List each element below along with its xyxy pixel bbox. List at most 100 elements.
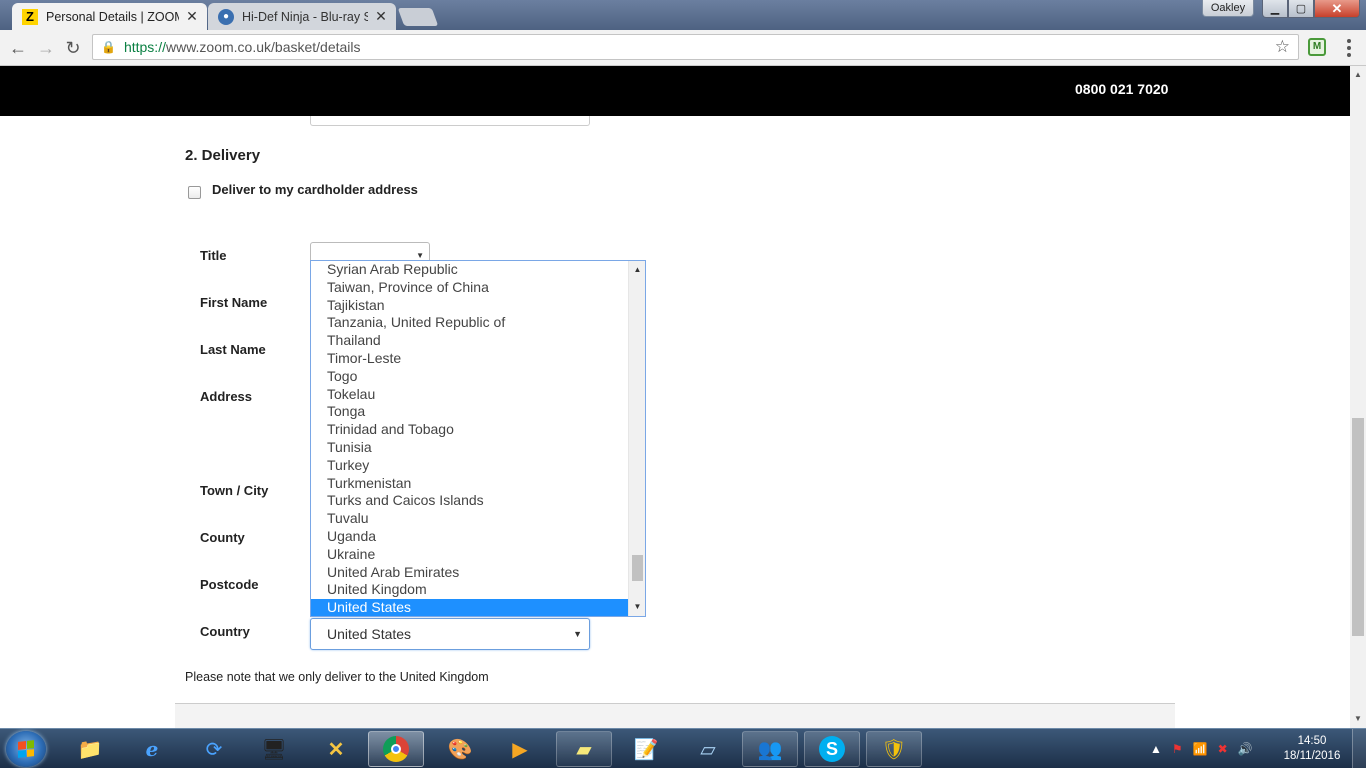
county-label: County [200,530,245,545]
country-option[interactable]: Turks and Caicos Islands [311,492,629,510]
country-option[interactable]: Thailand [311,332,629,350]
scrollbar-thumb[interactable] [632,555,643,581]
extension-icon[interactable]: M [1308,38,1326,56]
country-option[interactable]: Trinidad and Tobago [311,421,629,439]
country-select[interactable]: United States ▼ [310,618,590,650]
paint-icon[interactable]: 🎨 [432,731,488,767]
scroll-up-icon[interactable]: ▲ [1350,68,1366,82]
postcode-label: Postcode [200,577,259,592]
url-path: www.zoom.co.uk/basket/details [165,39,361,55]
browser-toolbar: ← → ↻ 🔒 https://www.zoom.co.uk/basket/de… [0,30,1366,66]
ninja-favicon-icon: ● [218,8,234,25]
close-window-button[interactable]: ✕ [1314,0,1360,18]
cardholder-address-label[interactable]: Deliver to my cardholder address [212,182,418,197]
town-label: Town / City [200,483,269,498]
lock-icon: 🔒 [101,40,116,54]
country-option[interactable]: Turkmenistan [311,475,629,493]
country-option[interactable]: Tunisia [311,439,629,457]
ie-icon[interactable]: e [124,731,180,767]
network-icon[interactable]: 👥 [742,731,798,767]
bookmark-star-icon[interactable]: ☆ [1275,37,1290,57]
show-hidden-icons-icon[interactable]: ▲ [1150,742,1162,756]
country-option[interactable]: United States [311,599,629,616]
tab-personal-details[interactable]: Z Personal Details | ZOOM ✕ [12,3,207,30]
zoom-favicon-icon: Z [22,8,38,25]
first-name-label: First Name [200,295,268,310]
chrome-icon[interactable] [368,731,424,767]
country-option[interactable]: Tuvalu [311,510,629,528]
url-scheme: https:// [123,39,166,55]
chevron-down-icon: ▼ [416,251,424,260]
country-option[interactable]: Ukraine [311,546,629,564]
explorer-icon[interactable]: 📁 [62,731,118,767]
delivery-note: Please note that we only deliver to the … [185,670,489,684]
action-center-icon[interactable]: ⚑ [1172,742,1183,756]
minimize-button[interactable]: ▁ [1262,0,1288,18]
tab-title: Hi-Def Ninja - Blu-ray St [242,9,368,24]
system-tray: ▲ ⚑ 📶 ✖ 🔊 [1150,735,1253,763]
browser-tabstrip: Z Personal Details | ZOOM ✕ ● Hi-Def Nin… [0,0,1366,30]
flag-alert-icon[interactable]: ✖ [1218,742,1228,756]
chevron-down-icon: ▼ [573,629,582,639]
country-option[interactable]: United Kingdom [311,581,629,599]
country-option[interactable]: Tanzania, United Republic of [311,314,629,332]
sync-icon[interactable]: ⟳ [186,731,242,767]
scroll-up-icon[interactable]: ▲ [629,263,645,277]
skype-icon[interactable]: S [804,731,860,767]
security-shield-icon[interactable]: 🛡 [866,731,922,767]
forward-icon[interactable]: → [35,37,57,59]
last-name-label: Last Name [200,342,266,357]
scrollbar-thumb[interactable] [1352,418,1364,636]
sticky-notes-icon[interactable]: ▰ [556,731,612,767]
country-option[interactable]: Tokelau [311,386,629,404]
windows-logo-icon [18,740,34,758]
phone-number: 0800 021 7020 [1075,81,1169,97]
tab-title: Personal Details | ZOOM [46,9,179,24]
close-tab-icon[interactable]: ✕ [185,8,199,25]
back-icon[interactable]: ← [7,37,29,59]
show-desktop-button[interactable] [1352,729,1366,768]
previous-field-bottom [310,116,590,126]
country-select-value: United States [327,626,412,642]
country-option[interactable]: Tajikistan [311,297,629,315]
country-label: Country [200,624,250,639]
country-option[interactable]: Tonga [311,403,629,421]
new-tab-button[interactable] [397,8,439,26]
volume-icon[interactable]: 🔊 [1238,742,1253,756]
close-tab-icon[interactable]: ✕ [374,8,388,25]
control-panel-icon[interactable]: 🖥 [246,731,302,767]
reload-icon[interactable]: ↻ [62,37,84,59]
page-scrollbar[interactable]: ▲ ▼ [1350,66,1366,728]
media-player-icon[interactable]: ▶ [492,731,548,767]
title-label: Title [200,248,227,263]
scroll-down-icon[interactable]: ▼ [1350,712,1366,726]
country-option[interactable]: Syrian Arab Republic [311,261,629,279]
country-option[interactable]: Uganda [311,528,629,546]
page-content: 0800 021 7020 2. Delivery Deliver to my … [0,66,1350,728]
dropdown-scrollbar[interactable]: ▲ ▼ [628,261,645,616]
taskbar-clock[interactable]: 14:50 18/11/2016 [1280,734,1344,764]
notes-icon[interactable]: ▱ [680,731,736,767]
profile-button[interactable]: Oakley [1202,0,1254,17]
windows-taskbar: 📁 e ⟳ 🖥 ✕ 🎨 ▶ ▰ 📝 ▱ 👥 S 🛡 ▲ ⚑ 📶 ✖ 🔊 14:5… [0,728,1366,768]
tab-hi-def-ninja[interactable]: ● Hi-Def Ninja - Blu-ray St ✕ [208,3,396,30]
country-option[interactable]: Turkey [311,457,629,475]
address-bar[interactable]: 🔒 https://www.zoom.co.uk/basket/details … [92,34,1299,60]
xsplit-icon[interactable]: ✕ [308,731,364,767]
scroll-down-icon[interactable]: ▼ [629,600,645,614]
network-signal-icon[interactable]: 📶 [1193,742,1208,756]
delivery-section-title: 2. Delivery [185,147,261,164]
country-option[interactable]: United Arab Emirates [311,564,629,582]
notepad-icon[interactable]: 📝 [618,731,674,767]
cardholder-address-checkbox[interactable] [188,186,201,199]
country-option[interactable]: Togo [311,368,629,386]
country-option[interactable]: Timor-Leste [311,350,629,368]
footer-divider [175,703,1175,728]
maximize-button[interactable]: ▢ [1288,0,1314,18]
chrome-menu-icon[interactable] [1340,38,1358,58]
country-dropdown-list[interactable]: Syrian Arab Republic Taiwan, Province of … [310,260,646,617]
clock-time: 14:50 [1297,735,1327,747]
country-options: Syrian Arab Republic Taiwan, Province of … [311,261,629,616]
country-option[interactable]: Taiwan, Province of China [311,279,629,297]
start-button[interactable] [6,731,46,767]
